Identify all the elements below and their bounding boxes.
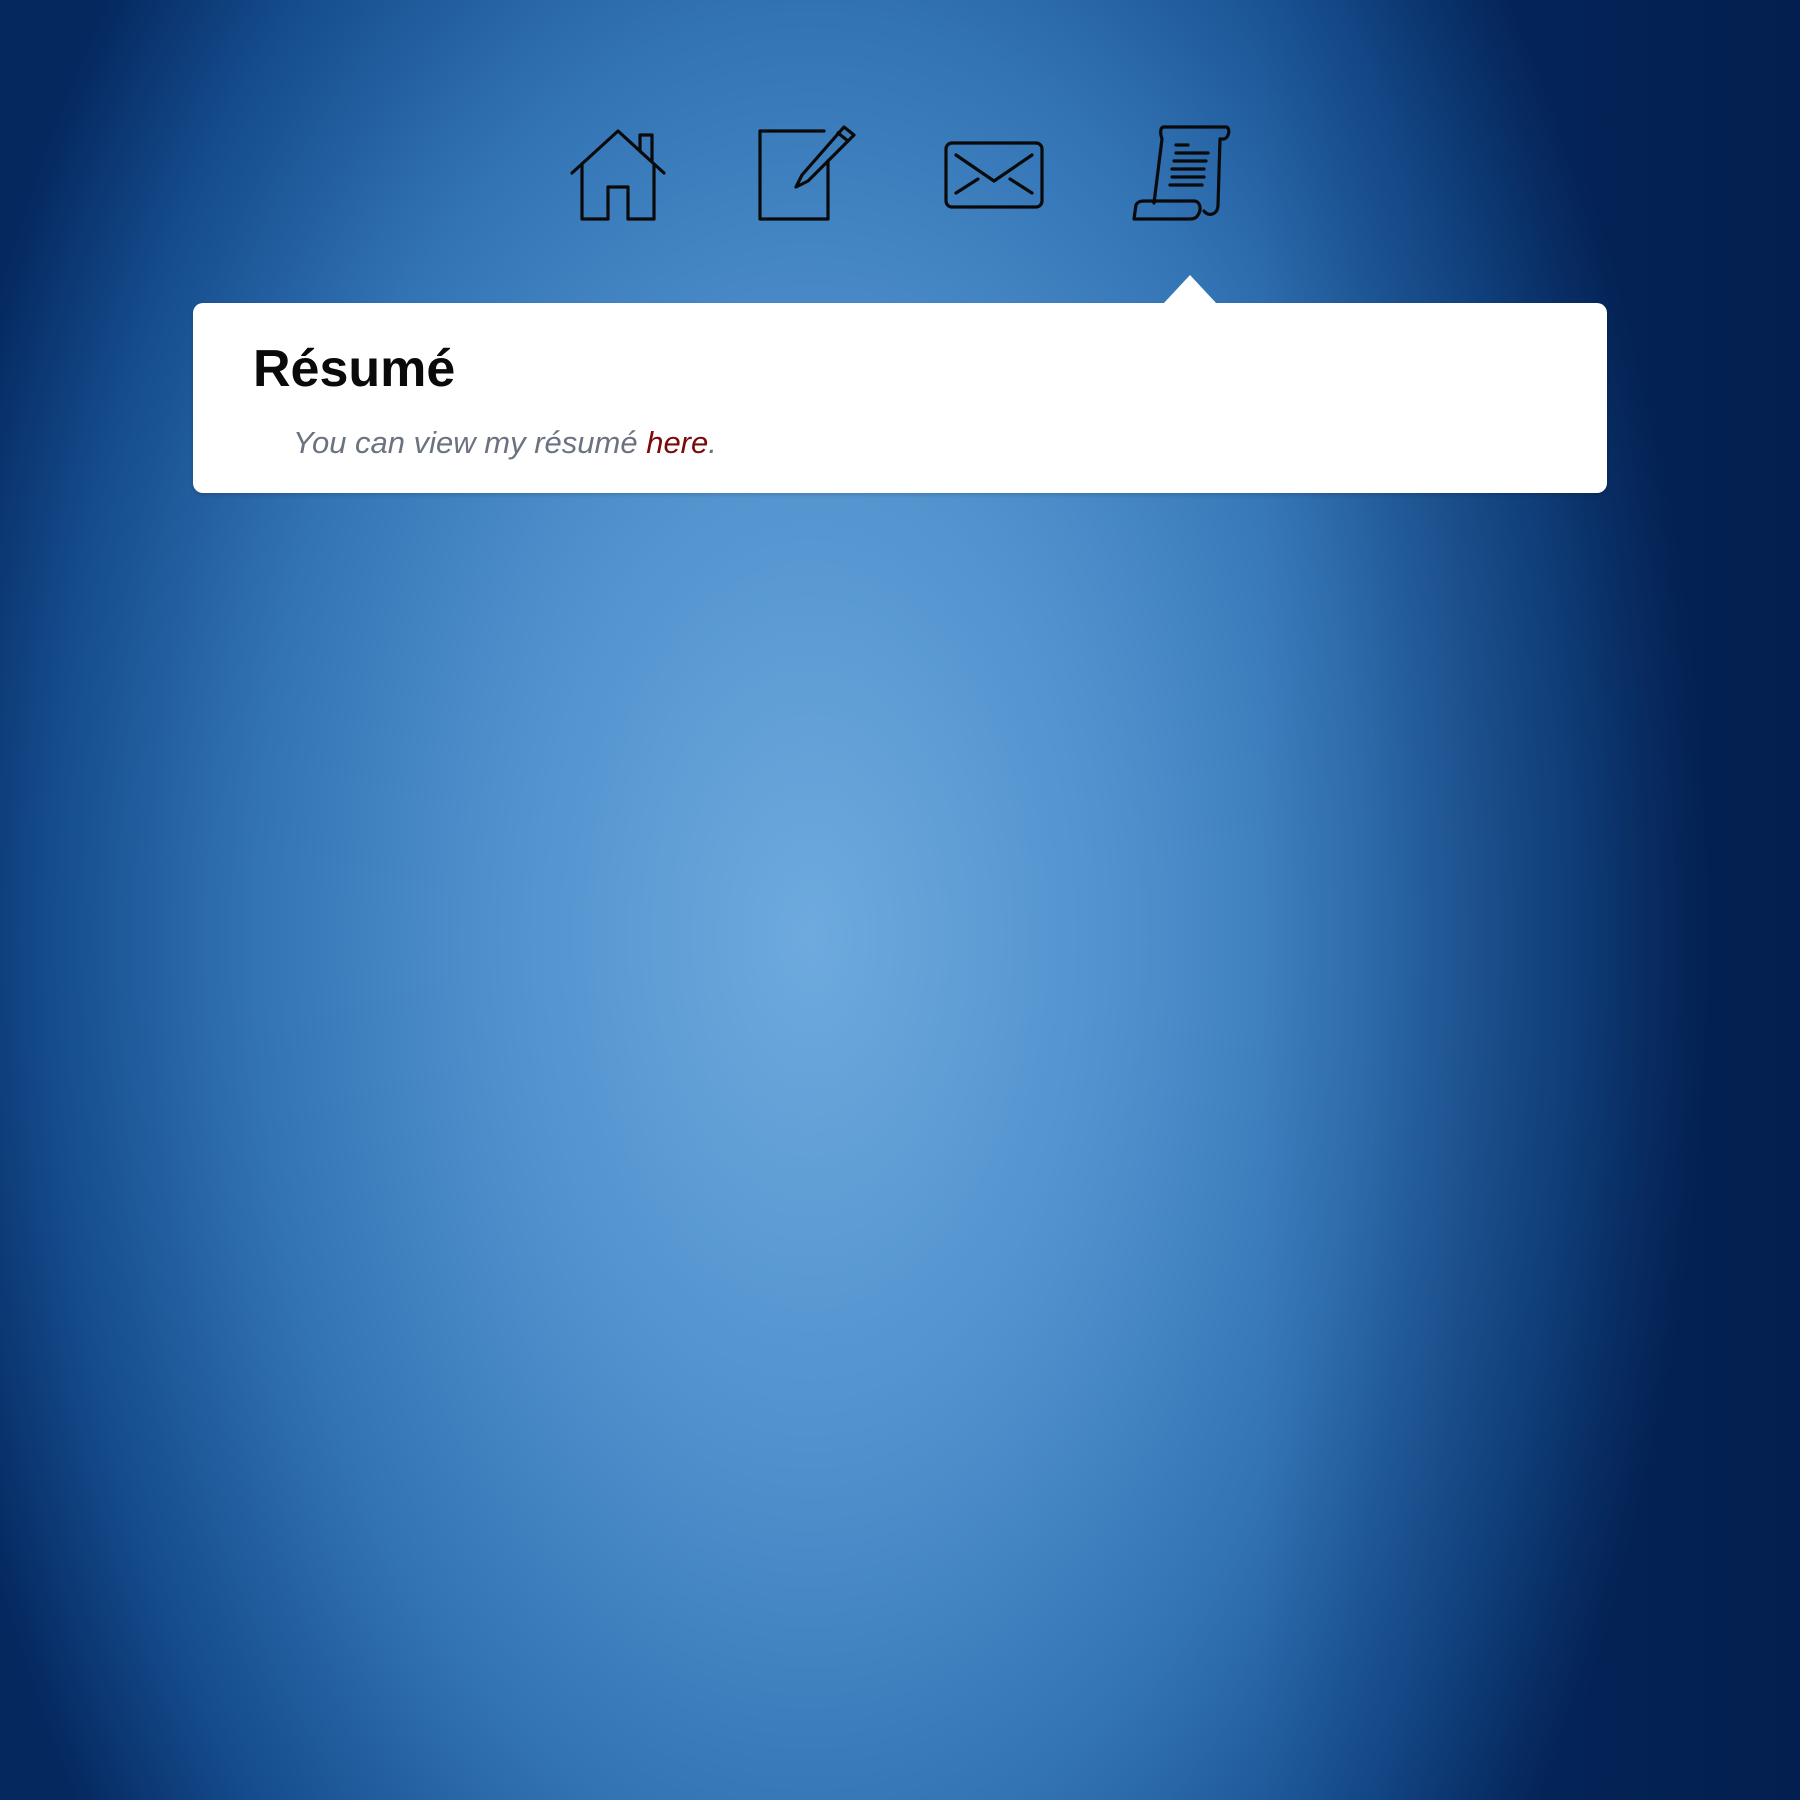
nav-resume[interactable] [1129, 122, 1235, 228]
mail-icon [944, 141, 1044, 209]
popover-title: Résumé [253, 340, 456, 398]
nav-mail[interactable] [941, 122, 1047, 228]
nav-edit[interactable] [753, 122, 859, 228]
nav-home[interactable] [565, 122, 671, 228]
resume-scroll-icon [1132, 125, 1231, 221]
description-text: You can view my résumé [293, 425, 647, 460]
home-icon [570, 129, 666, 221]
resume-link[interactable]: here [646, 425, 708, 460]
edit-icon [758, 125, 856, 221]
description-period: . [708, 425, 717, 460]
popover-description: You can view my résumé here. [293, 427, 717, 458]
icon-nav [565, 122, 1235, 228]
resume-popover: Résumé You can view my résumé here. [193, 275, 1607, 493]
